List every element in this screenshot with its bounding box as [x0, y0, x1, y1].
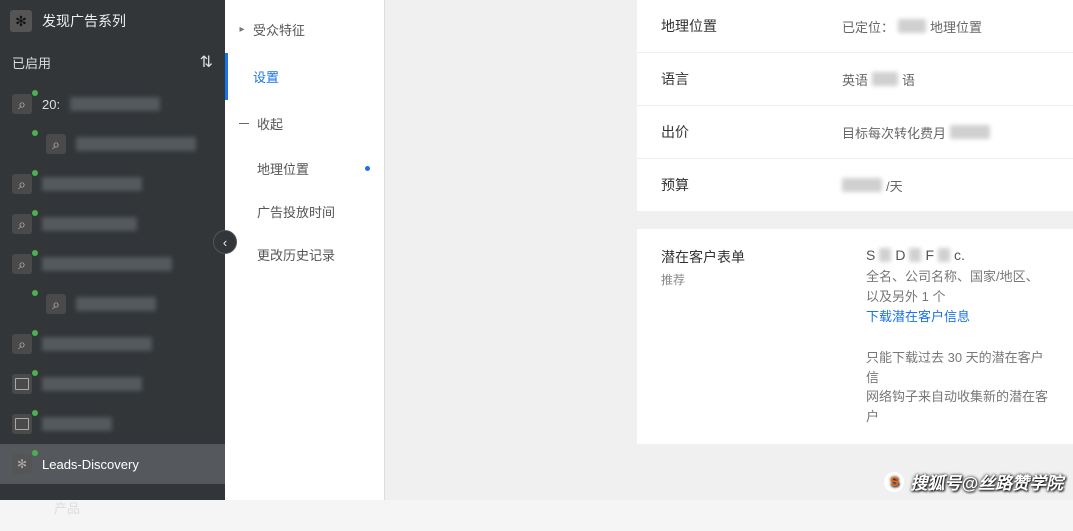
- redacted-text: [42, 217, 137, 231]
- campaign-item[interactable]: [0, 404, 225, 444]
- search-icon: [12, 254, 32, 274]
- campaign-sidebar: ✻ 发现广告系列 已启用 ⇅ 20:Leads-Discovery 产品 ‹: [0, 0, 225, 500]
- main-content: 地理位置已定位：地理位置语言英语语出价目标每次转化费月预算/天 潜在客户表单 推…: [385, 0, 1073, 500]
- status-dot-icon: [32, 210, 38, 216]
- sidebar-item-label: 设置: [253, 67, 279, 86]
- web-icon: [12, 414, 32, 434]
- campaign-item[interactable]: 20:: [0, 84, 225, 124]
- setting-row-出价[interactable]: 出价目标每次转化费月: [637, 106, 1073, 159]
- status-dot-icon: [32, 330, 38, 336]
- campaign-type-header[interactable]: ✻ 发现广告系列: [0, 0, 225, 42]
- collapse-section-button[interactable]: 收起: [225, 100, 384, 147]
- redacted-text: [950, 125, 990, 139]
- redacted-text: [842, 178, 882, 192]
- search-icon: [12, 94, 32, 114]
- asterisk-icon: ✻: [10, 10, 32, 32]
- status-dot-icon: [32, 90, 38, 96]
- setting-label: 出价: [637, 122, 842, 142]
- sidebar-subitem-更改历史记录[interactable]: 更改历史记录: [225, 233, 384, 276]
- search-icon: [12, 214, 32, 234]
- sidebar-subitem-地理位置[interactable]: 地理位置: [225, 147, 384, 190]
- setting-label: 预算: [637, 175, 842, 195]
- redacted-text: [42, 257, 172, 271]
- sort-swap-icon[interactable]: ⇅: [200, 52, 213, 72]
- setting-label: 语言: [637, 69, 842, 89]
- status-dot-icon: [32, 130, 38, 136]
- sidebar-item-label: 受众特征: [253, 20, 305, 39]
- setting-value: 英语语: [842, 70, 915, 89]
- sohu-logo-icon: S: [884, 472, 904, 492]
- products-link[interactable]: 产品: [0, 484, 225, 531]
- campaign-item[interactable]: [0, 324, 225, 364]
- status-dot-icon: [32, 410, 38, 416]
- status-dot-icon: [32, 170, 38, 176]
- status-dot-icon: [32, 370, 38, 376]
- setting-row-预算[interactable]: 预算/天: [637, 159, 1073, 211]
- campaign-item[interactable]: [0, 364, 225, 404]
- status-filter-label: 已启用: [12, 53, 51, 72]
- status-dot-icon: [32, 450, 38, 456]
- redacted-text: [76, 137, 196, 151]
- campaign-item[interactable]: [0, 244, 225, 284]
- web-icon: [12, 374, 32, 394]
- sidebar-subitem-广告投放时间[interactable]: 广告投放时间: [225, 190, 384, 233]
- campaign-label: 20:: [42, 97, 60, 112]
- chevron-left-icon: ‹: [223, 235, 227, 250]
- active-dot-icon: [365, 166, 370, 171]
- campaign-list: 20: Leads-Discovery: [0, 82, 225, 484]
- redacted-text: [42, 177, 142, 191]
- watermark-text: 搜狐号@丝路赞学院: [910, 469, 1063, 494]
- star-icon: [12, 454, 32, 474]
- campaign-item[interactable]: [0, 284, 225, 324]
- redacted-text: [76, 297, 156, 311]
- campaign-type-title: 发现广告系列: [42, 11, 126, 31]
- settings-sidebar: ▸ 受众特征设置收起地理位置广告投放时间更改历史记录: [225, 0, 385, 500]
- redacted-text: [42, 377, 142, 391]
- settings-card: 地理位置已定位：地理位置语言英语语出价目标每次转化费月预算/天: [637, 0, 1073, 211]
- redacted-text: [70, 97, 160, 111]
- lead-form-fields-desc: 全名、公司名称、国家/地区、以及另外 1 个: [866, 267, 1049, 306]
- download-leads-link[interactable]: 下载潜在客户信息: [866, 309, 970, 324]
- campaign-label: Leads-Discovery: [42, 457, 139, 472]
- search-icon: [12, 174, 32, 194]
- sidebar-subitem-label: 广告投放时间: [257, 202, 335, 221]
- lead-download-note: 只能下载过去 30 天的潜在客户信网络钩子来自动收集新的潜在客户: [866, 348, 1049, 426]
- sidebar-subitem-label: 更改历史记录: [257, 245, 335, 264]
- campaign-item[interactable]: [0, 164, 225, 204]
- search-icon: [12, 334, 32, 354]
- sidebar-item-设置[interactable]: 设置: [225, 53, 384, 100]
- campaign-item[interactable]: [0, 124, 225, 164]
- redacted-text: [42, 417, 112, 431]
- setting-value: 已定位：地理位置: [842, 17, 982, 36]
- lead-form-title: S D F c.: [866, 247, 1049, 263]
- watermark: S 搜狐号@丝路赞学院: [884, 469, 1063, 494]
- status-filter-row[interactable]: 已启用 ⇅: [0, 42, 225, 82]
- campaign-item[interactable]: [0, 204, 225, 244]
- sidebar-item-受众特征[interactable]: ▸ 受众特征: [225, 6, 384, 53]
- status-dot-icon: [32, 290, 38, 296]
- redacted-text: [872, 72, 898, 86]
- campaign-item[interactable]: Leads-Discovery: [0, 444, 225, 484]
- setting-row-语言[interactable]: 语言英语语: [637, 53, 1073, 106]
- search-icon: [46, 294, 66, 314]
- status-dot-icon: [32, 250, 38, 256]
- redacted-text: [42, 337, 152, 351]
- search-icon: [46, 134, 66, 154]
- setting-row-地理位置[interactable]: 地理位置已定位：地理位置: [637, 0, 1073, 53]
- minus-icon: [239, 123, 249, 124]
- setting-label: 地理位置: [637, 16, 842, 36]
- collapse-label: 收起: [257, 114, 283, 133]
- lead-form-sub: 推荐: [661, 271, 866, 288]
- redacted-text: [898, 19, 926, 33]
- setting-value: 目标每次转化费月: [842, 123, 990, 142]
- sidebar-subitem-label: 地理位置: [257, 159, 309, 178]
- collapse-sidebar-button[interactable]: ‹: [213, 230, 237, 254]
- lead-form-card: 潜在客户表单 推荐 S D F c. 全名、公司名称、国家/地区、以及另外 1 …: [637, 229, 1073, 444]
- caret-right-icon: ▸: [239, 24, 245, 35]
- setting-value: /天: [842, 176, 903, 195]
- lead-form-heading: 潜在客户表单: [661, 247, 866, 267]
